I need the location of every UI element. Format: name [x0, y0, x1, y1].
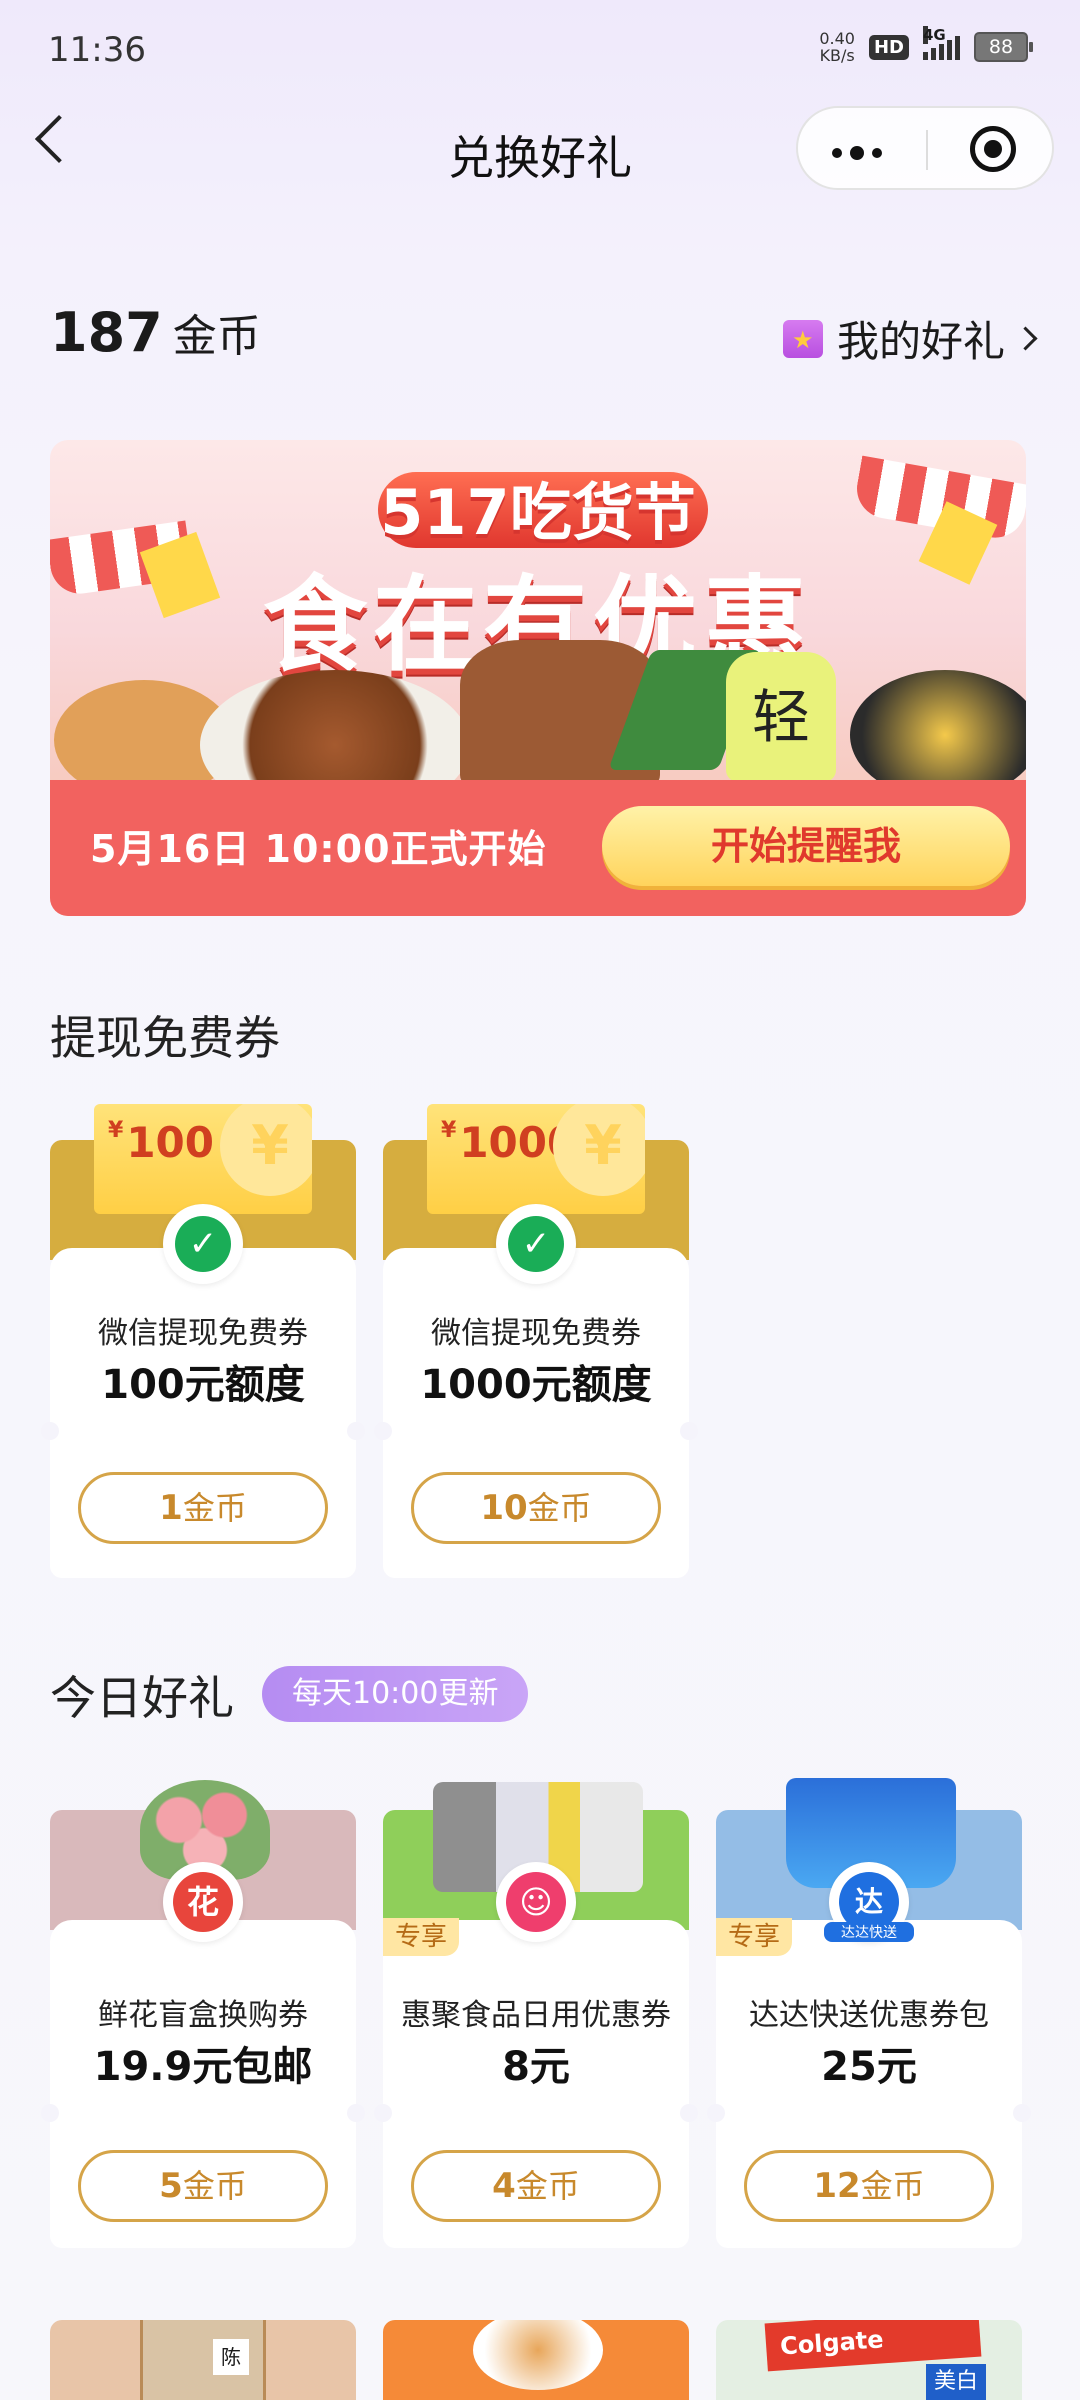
gift-card-partial-3[interactable]: Colgate 美白 — [716, 2320, 1022, 2400]
ticket-notch-right — [347, 1422, 365, 1440]
coin-count: 187 — [50, 301, 163, 364]
gift-card-dada[interactable]: 达 达达快送 专享 达达快送优惠券包 25元 12金币 — [707, 1778, 1031, 2248]
redeem-button[interactable]: 1金币 — [78, 1472, 328, 1544]
coupon-value: 25元 — [821, 2044, 917, 2090]
hd-icon: HD — [868, 34, 909, 60]
huiju-brand-icon: ☺ — [496, 1862, 576, 1942]
promo-banner[interactable]: 517吃货节 食在有优惠 轻 5月16日 10:00正式开始 开始提醒我 — [50, 440, 1026, 916]
status-icons: 0.40 KB/s HD 4G 88 — [819, 26, 1033, 65]
gift-card-partial-2[interactable] — [383, 2320, 689, 2400]
coupon-name: 微信提现免费券 — [431, 1316, 641, 1351]
coin-balance: 187 金币 — [50, 300, 261, 364]
network-speed: 0.40 KB/s — [819, 29, 855, 65]
card-body: 达达快送优惠券包 25元 12金币 — [707, 1920, 1031, 2248]
exclusive-tag: 专享 — [383, 1918, 459, 1956]
yen-icon: ¥ — [553, 1104, 645, 1196]
battery-icon: 88 — [974, 32, 1033, 62]
more-icon[interactable] — [832, 146, 882, 160]
ticket-notch-left — [41, 1422, 59, 1440]
coupon-name: 惠聚食品日用优惠券 — [401, 1998, 671, 2033]
my-gifts-label: 我的好礼 — [836, 317, 1005, 366]
exclusive-tag: 专享 — [716, 1918, 792, 1956]
redeem-button[interactable]: 10金币 — [411, 1472, 661, 1544]
gift-card-groceries[interactable]: ☺ 专享 惠聚食品日用优惠券 8元 4金币 — [374, 1782, 698, 2248]
coupon-name: 鲜花盲盒换购券 — [98, 1998, 308, 2033]
today-section-title: 今日好礼 — [50, 1671, 234, 1725]
whitening-label: 美白 — [926, 2364, 986, 2400]
coin-unit: 金币 — [172, 311, 261, 362]
ticket-graphic: ¥1000 ¥ — [427, 1104, 645, 1214]
snack-package-label: 陈 — [213, 2339, 249, 2375]
update-badge: 每天10:00更新 — [262, 1666, 529, 1722]
coupon-name: 微信提现免费券 — [98, 1316, 308, 1351]
coupon-value: 19.9元包邮 — [93, 2044, 313, 2090]
yen-icon: ¥ — [220, 1104, 312, 1196]
redeem-button[interactable]: 12金币 — [744, 2150, 994, 2222]
ticket-notch-right — [1013, 2104, 1031, 2122]
status-time: 11:36 — [48, 30, 146, 70]
ticket-value: ¥100 — [108, 1118, 214, 1167]
gift-icon — [782, 319, 823, 358]
remind-me-button[interactable]: 开始提醒我 — [602, 806, 1010, 886]
banner-footer: 5月16日 10:00正式开始 开始提醒我 — [50, 780, 1026, 916]
mini-program-capsule — [796, 106, 1054, 190]
ticket-notch-right — [347, 2104, 365, 2122]
card-body: ✓ 微信提现免费券 100元额度 1金币 — [41, 1204, 365, 1578]
wechat-icon: ✓ — [496, 1204, 576, 1284]
banner-artwork: 517吃货节 食在有优惠 轻 — [50, 440, 1026, 820]
wechat-icon: ✓ — [163, 1204, 243, 1284]
drink-bottle-image: 轻 — [726, 652, 836, 782]
ticket-notch-right — [680, 1422, 698, 1440]
card-body: 惠聚食品日用优惠券 8元 4金币 — [374, 1920, 698, 2248]
food-dish-image — [473, 2320, 603, 2390]
coupon-name: 达达快送优惠券包 — [749, 1998, 989, 2033]
dada-brand-label: 达达快送 — [824, 1922, 914, 1942]
card-body: 鲜花盲盒换购券 19.9元包邮 5金币 — [41, 1920, 365, 2248]
my-gifts-link[interactable]: 我的好礼 — [782, 308, 1038, 369]
card-body: ✓ 微信提现免费券 1000元额度 10金币 — [374, 1204, 698, 1578]
ticket-notch-left — [41, 2104, 59, 2122]
gift-card-partial-1[interactable]: 陈 — [50, 2320, 356, 2400]
snack-package-image: 陈 — [140, 2320, 266, 2400]
gift-card-flowers[interactable]: 花 鲜花盲盒换购券 19.9元包邮 5金币 — [41, 1780, 365, 2248]
ticket-notch-left — [374, 1422, 392, 1440]
ticket-notch-left — [374, 2104, 392, 2122]
capsule-divider — [926, 130, 928, 170]
coupon-value: 100元额度 — [101, 1362, 305, 1408]
banner-date: 5月16日 10:00正式开始 — [90, 827, 547, 871]
ticket-graphic: ¥100 ¥ — [94, 1104, 312, 1214]
coupon-value: 1000元额度 — [420, 1362, 652, 1408]
festival-title: 517吃货节 — [380, 476, 696, 549]
withdraw-card-2[interactable]: ¥1000 ¥ ✓ 微信提现免费券 1000元额度 10金币 — [374, 1104, 698, 1578]
chevron-right-icon — [1013, 326, 1038, 351]
withdraw-card-1[interactable]: ¥100 ¥ ✓ 微信提现免费券 100元额度 1金币 — [41, 1104, 365, 1578]
ticket-notch-right — [680, 2104, 698, 2122]
redeem-button[interactable]: 5金币 — [78, 2150, 328, 2222]
close-miniprogram-icon[interactable] — [970, 126, 1016, 172]
signal-icon: 4G — [923, 26, 960, 60]
ticket-notch-left — [707, 2104, 725, 2122]
coupon-value: 8元 — [502, 2044, 570, 2090]
withdraw-section-title: 提现免费券 — [50, 1011, 280, 1065]
flower-brand-icon: 花 — [163, 1862, 243, 1942]
redeem-button[interactable]: 4金币 — [411, 2150, 661, 2222]
